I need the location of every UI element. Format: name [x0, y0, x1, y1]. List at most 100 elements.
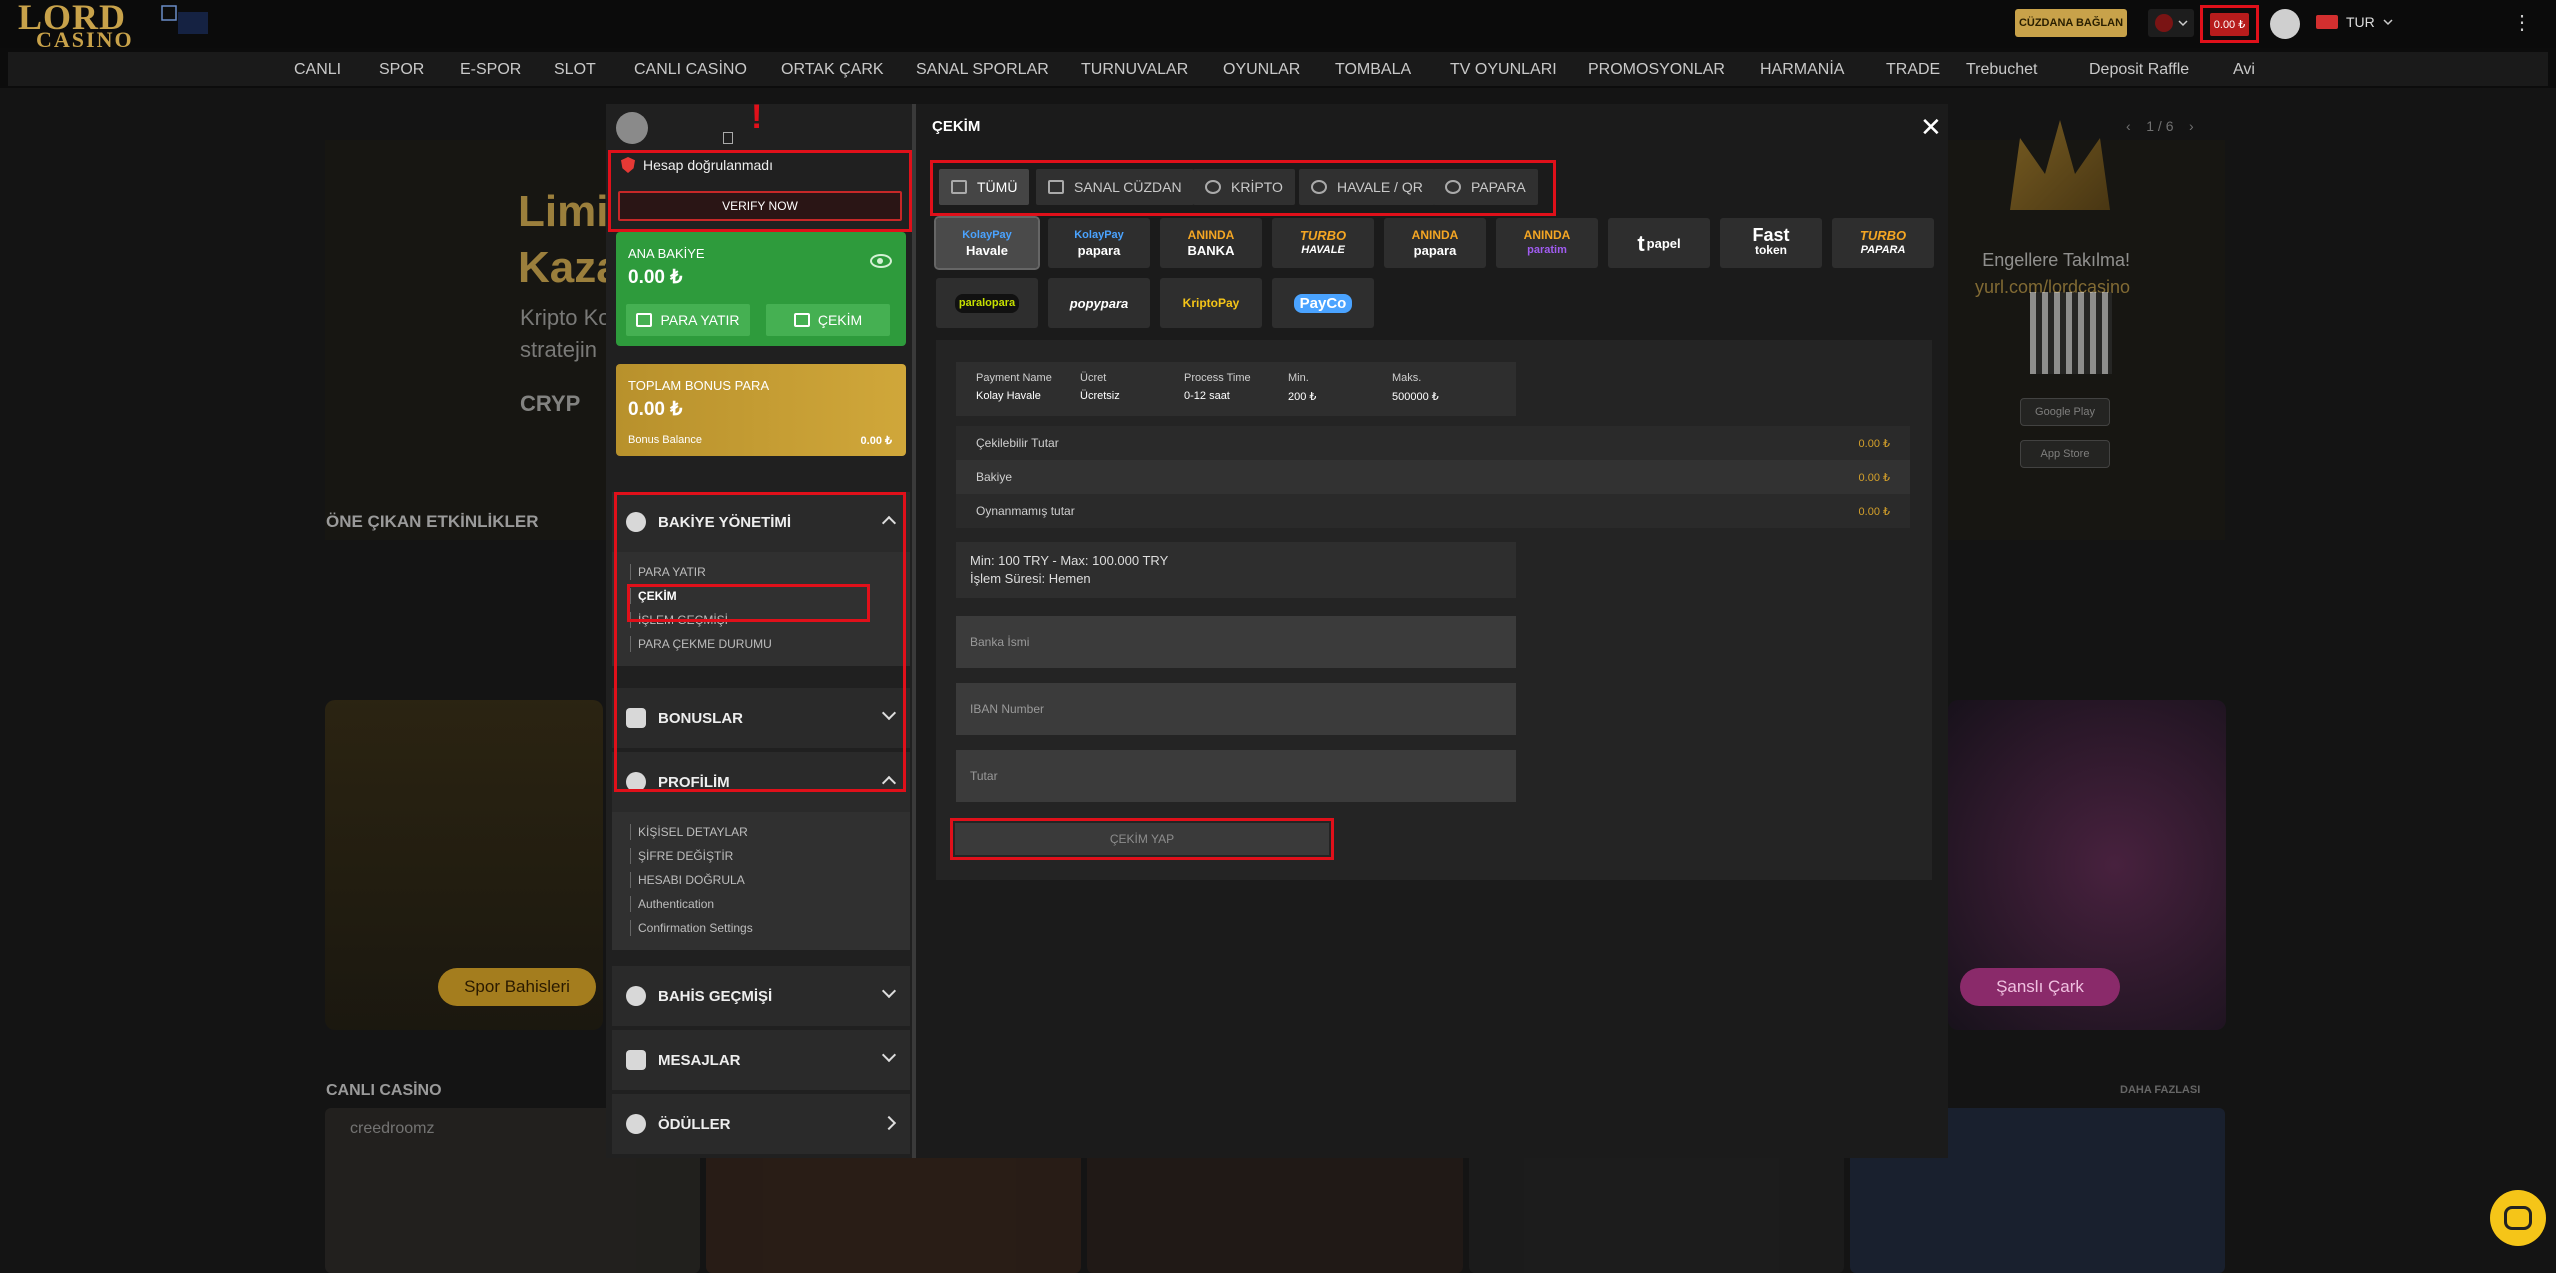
nav-sanal-sporlar[interactable]: SANAL SPORLAR — [916, 61, 1049, 79]
deposit-button[interactable]: PARA YATIR — [626, 304, 750, 336]
method-aninda-papara[interactable]: ANINDA papara — [1384, 218, 1486, 268]
iban-input[interactable] — [956, 683, 1516, 735]
method-payco[interactable]: PayCo — [1272, 278, 1374, 328]
chevron-up-icon — [881, 775, 897, 791]
amount-input[interactable] — [956, 750, 1516, 802]
user-icon — [626, 772, 646, 792]
messages-label: MESAJLAR — [658, 1051, 741, 1069]
warning-icon: ! — [751, 98, 763, 136]
tab-all[interactable]: TÜMÜ — [939, 169, 1030, 205]
profile-avatar[interactable] — [616, 112, 648, 144]
menu-withdraw-status[interactable]: PARA ÇEKME DURUMU — [612, 632, 910, 656]
method-label: popypara — [1069, 295, 1129, 311]
tab-crypto[interactable]: KRİPTO — [1193, 169, 1295, 205]
menu-transaction-history[interactable]: İŞLEM GEÇMİŞİ — [612, 608, 910, 632]
method-turbo-papara[interactable]: TURBO PAPARA — [1832, 218, 1934, 268]
google-play-badge[interactable]: Google Play — [2020, 398, 2110, 426]
wallet-icon — [1048, 180, 1064, 194]
connect-wallet-button[interactable]: CÜZDANA BAĞLAN — [2015, 9, 2127, 37]
lucky-wheel-button[interactable]: Şanslı Çark — [1960, 968, 2120, 1006]
method-label: paratim — [1527, 244, 1567, 256]
menu-confirmation-settings[interactable]: Confirmation Settings — [612, 916, 910, 940]
bonuses-header[interactable]: BONUSLAR — [612, 688, 910, 748]
chevron-down-icon — [881, 1047, 897, 1063]
verify-now-button[interactable]: VERIFY NOW — [618, 191, 902, 221]
bet-history-header[interactable]: BAHİS GEÇMİŞİ — [612, 966, 910, 1026]
method-papel[interactable]: t papel — [1608, 218, 1710, 268]
nav-spor[interactable]: SPOR — [379, 61, 424, 79]
method-aninda-banka[interactable]: ANINDA BANKA — [1160, 218, 1262, 268]
nav-harmania[interactable]: HARMANİA — [1760, 61, 1844, 79]
balance-row-label: Oynanmamış tutar — [976, 504, 1075, 518]
method-label: t — [1637, 230, 1645, 256]
more-menu-icon[interactable]: ⋮ — [2512, 10, 2532, 36]
nav-oyunlar[interactable]: OYUNLAR — [1223, 61, 1300, 79]
logo-subtext: CASINO — [36, 27, 134, 52]
messages-header[interactable]: MESAJLAR — [612, 1030, 910, 1090]
nav-tv-oyunlari[interactable]: TV OYUNLARI — [1450, 61, 1557, 79]
balance-row: Oynanmamış tutar 0.00 ₺ — [956, 494, 1910, 528]
menu-authentication[interactable]: Authentication — [612, 892, 910, 916]
withdraw-submit-button[interactable]: ÇEKİM YAP — [955, 823, 1329, 855]
bonuses-label: BONUSLAR — [658, 709, 743, 727]
hero-pager[interactable]: ‹ 1 / 6 › — [2126, 118, 2194, 134]
user-avatar[interactable] — [2270, 9, 2300, 39]
nav-trebuchet[interactable]: Trebuchet — [1966, 61, 2037, 79]
method-kolaypay-papara[interactable]: KolayPay papara — [1048, 218, 1150, 268]
rewards-header[interactable]: ÖDÜLLER — [612, 1094, 910, 1154]
rewards-label: ÖDÜLLER — [658, 1115, 731, 1133]
verification-panel: Hesap doğrulanmadı VERIFY NOW — [608, 150, 912, 232]
tab-papara[interactable]: PAPARA — [1433, 169, 1538, 205]
currency-selector[interactable] — [2148, 9, 2194, 37]
nav-ortak-cark[interactable]: ORTAK ÇARK — [781, 61, 884, 79]
method-kriptopay[interactable]: KriptoPay — [1160, 278, 1262, 328]
method-kolaypay-havale[interactable]: KolayPay Havale — [934, 216, 1040, 270]
balance-management-section: BAKİYE YÖNETİMİ PARA YATIR ÇEKİM İŞLEM G… — [612, 492, 910, 666]
see-more-link[interactable]: DAHA FAZLASI — [2120, 1084, 2200, 1096]
nav-canli[interactable]: CANLI — [294, 61, 341, 79]
nav-e-spor[interactable]: E-SPOR — [460, 61, 521, 79]
nav-deposit-raffle[interactable]: Deposit Raffle — [2089, 61, 2189, 79]
limits-info: Min: 100 TRY - Max: 100.000 TRY İşlem Sü… — [956, 542, 1516, 598]
method-turbo-havale[interactable]: TURBO HAVALE — [1272, 218, 1374, 268]
main-balance-value: 0.00 ₺ — [628, 267, 683, 288]
nav-canli-casino[interactable]: CANLI CASİNO — [634, 61, 747, 79]
tab-papara-label: PAPARA — [1471, 179, 1526, 195]
site-logo[interactable]: LORD CASINO — [18, 0, 144, 52]
chat-button[interactable] — [2490, 1190, 2546, 1246]
wallet-icon — [636, 313, 653, 327]
method-popypara[interactable]: popypara — [1048, 278, 1150, 328]
nav-slot[interactable]: SLOT — [554, 61, 596, 79]
hero-brand: CRYP — [520, 391, 581, 416]
language-selector[interactable]: TUR — [2316, 14, 2393, 30]
withdraw-button[interactable]: ÇEKİM — [766, 304, 890, 336]
menu-withdraw[interactable]: ÇEKİM — [612, 584, 910, 608]
tab-virtual-wallet[interactable]: SANAL CÜZDAN — [1036, 169, 1194, 205]
nav-trade[interactable]: TRADE — [1886, 61, 1940, 79]
method-fast-token[interactable]: Fast token — [1720, 218, 1822, 268]
sports-betting-button[interactable]: Spor Bahisleri — [438, 968, 596, 1006]
menu-deposit[interactable]: PARA YATIR — [612, 560, 910, 584]
nav-tombala[interactable]: TOMBALA — [1335, 61, 1411, 79]
tab-transfer-qr[interactable]: HAVALE / QR — [1299, 169, 1435, 205]
app-store-badge[interactable]: App Store — [2020, 440, 2110, 468]
close-icon[interactable]: ✕ — [1920, 112, 1942, 143]
method-paralopara[interactable]: paralopara — [936, 278, 1038, 328]
copy-icon[interactable] — [723, 132, 733, 144]
method-label: ANINDA — [1411, 228, 1459, 242]
method-label: ANINDA — [1523, 228, 1571, 242]
next-arrow-icon[interactable]: › — [2177, 118, 2194, 134]
menu-verify-account[interactable]: HESABI DOĞRULA — [612, 868, 910, 892]
profile-header[interactable]: PROFİLİM — [612, 752, 910, 812]
eye-icon[interactable] — [870, 254, 892, 268]
header-balance[interactable]: 0.00 ₺ — [2200, 5, 2259, 43]
nav-promosyonlar[interactable]: PROMOSYONLAR — [1588, 61, 1725, 79]
nav-turnuvalar[interactable]: TURNUVALAR — [1081, 61, 1188, 79]
verification-status: Hesap doğrulanmadı — [621, 157, 773, 173]
method-aninda-paratim[interactable]: ANINDA paratim — [1496, 218, 1598, 268]
bank-name-input[interactable] — [956, 616, 1516, 668]
nav-avi[interactable]: Avi — [2233, 61, 2255, 79]
menu-personal-details[interactable]: KİŞİSEL DETAYLAR — [612, 820, 910, 844]
balance-management-header[interactable]: BAKİYE YÖNETİMİ — [612, 492, 910, 552]
menu-change-password[interactable]: ŞİFRE DEĞİŞTİR — [612, 844, 910, 868]
